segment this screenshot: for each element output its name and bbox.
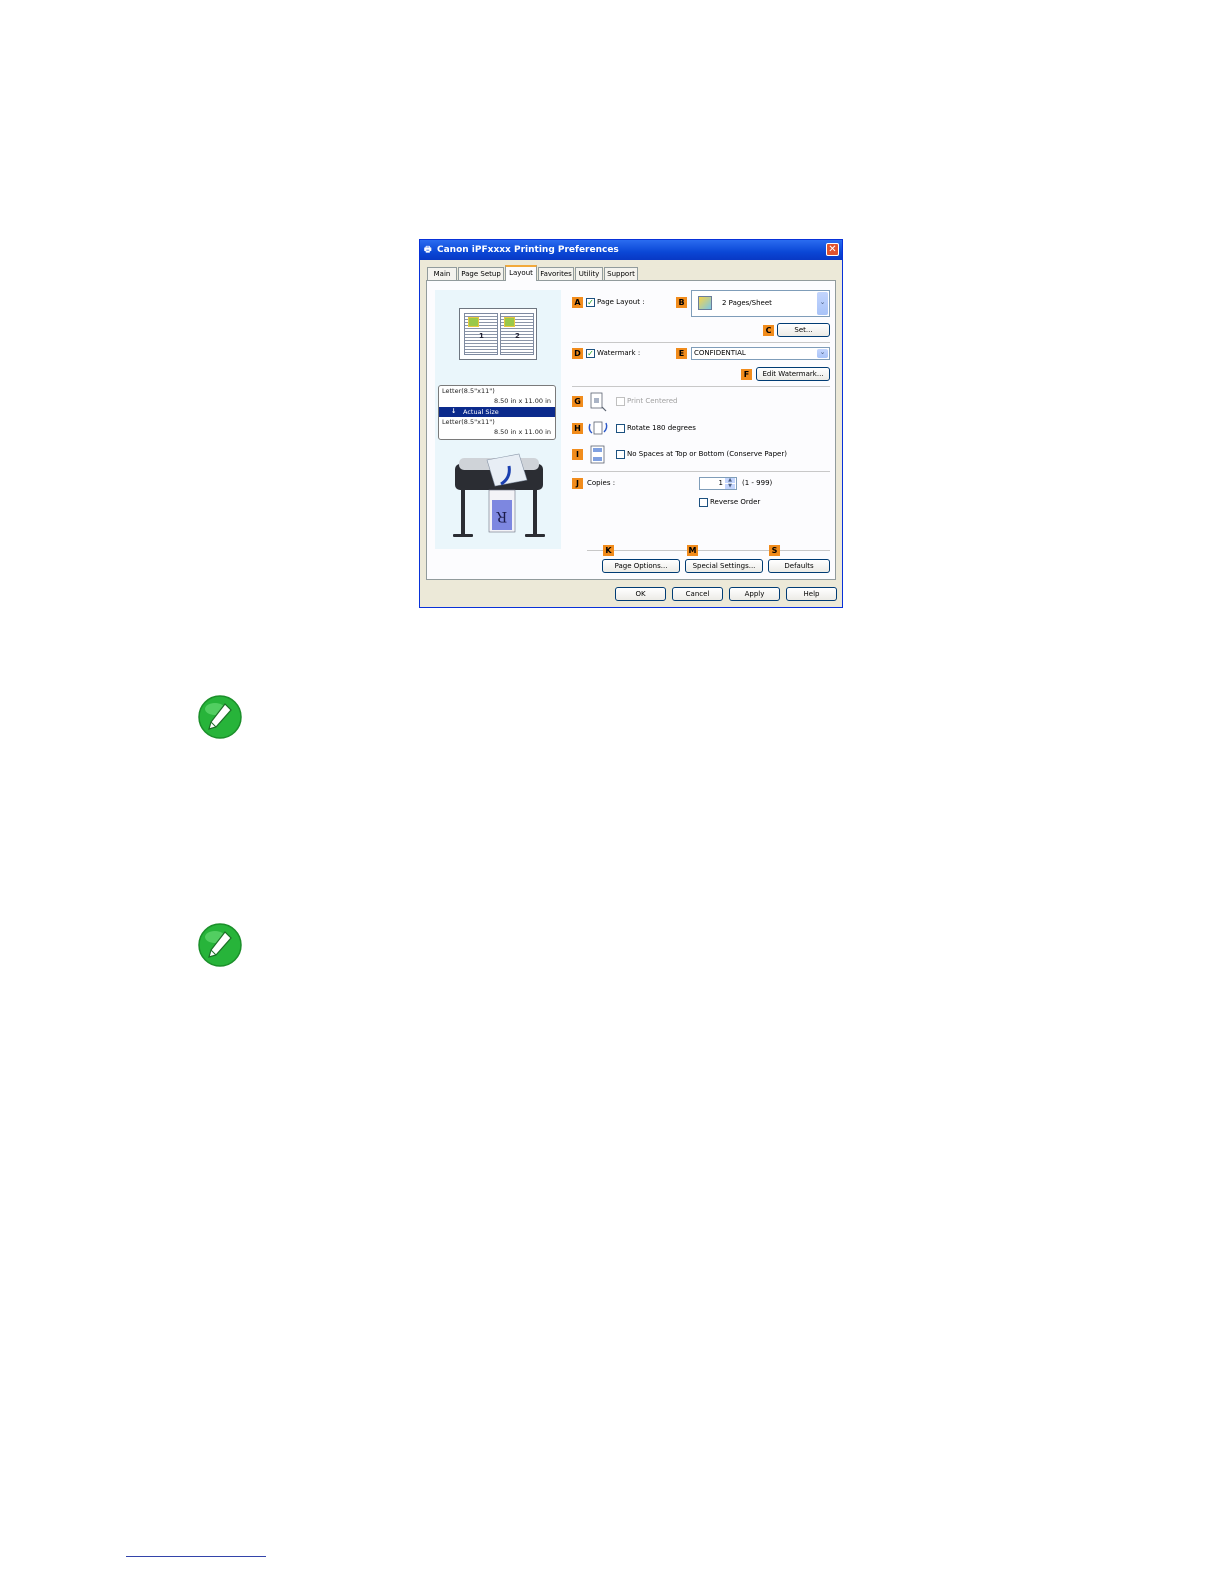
close-icon: ✕ xyxy=(828,244,837,255)
tab-support[interactable]: Support xyxy=(604,267,638,280)
watermark-select[interactable]: CONFIDENTIAL ⌄ xyxy=(691,347,830,360)
watermark-checkbox[interactable]: ✓ xyxy=(586,349,595,358)
chevron-down-icon[interactable]: ⌄ xyxy=(817,292,828,315)
label-badge-e: E xyxy=(676,348,687,359)
copies-range: (1 - 999) xyxy=(742,479,773,487)
page-layout-label: Page Layout : xyxy=(597,298,645,306)
special-settings-button[interactable]: Special Settings... xyxy=(685,559,763,573)
watermark-value: CONFIDENTIAL xyxy=(694,349,746,357)
reverse-order-label: Reverse Order xyxy=(710,498,761,506)
output-size-label: Letter(8.5"x11") xyxy=(442,418,495,426)
divider xyxy=(587,550,830,551)
print-centered-checkbox[interactable] xyxy=(616,397,625,406)
tab-favorites[interactable]: Favorites xyxy=(538,267,574,280)
printer-illustration: R xyxy=(453,453,545,537)
rotate-icon xyxy=(588,421,608,435)
print-glyph: R xyxy=(496,508,507,524)
defaults-button[interactable]: Defaults xyxy=(768,559,830,573)
label-badge-d: D xyxy=(572,348,583,359)
note-pencil-icon xyxy=(198,695,242,739)
label-badge-a: A xyxy=(572,297,583,308)
output-size-dimensions: 8.50 in x 11.00 in xyxy=(493,428,551,436)
print-centered-label: Print Centered xyxy=(627,397,678,405)
page-layout-value: 2 Pages/Sheet xyxy=(722,299,772,307)
chevron-down-icon[interactable]: ⌄ xyxy=(817,349,828,358)
note-pencil-icon xyxy=(198,923,242,967)
tab-page-setup[interactable]: Page Setup xyxy=(458,267,504,280)
check-mark-icon: ✓ xyxy=(587,298,594,307)
paper-size-info: Letter(8.5"x11") 8.50 in x 11.00 in ↓ Ac… xyxy=(438,385,556,440)
page-layout-checkbox[interactable]: ✓ xyxy=(586,298,595,307)
label-badge-m: M xyxy=(687,545,698,556)
page-options-button[interactable]: Page Options... xyxy=(602,559,680,573)
label-badge-h: H xyxy=(572,423,583,434)
label-badge-j: J xyxy=(572,478,583,489)
no-spaces-checkbox[interactable] xyxy=(616,450,625,459)
tab-main[interactable]: Main xyxy=(427,267,457,280)
edit-watermark-button[interactable]: Edit Watermark... xyxy=(756,367,830,381)
layout-panel: 1 2 Letter(8.5"x11") 8.50 in x 11.00 in … xyxy=(426,280,836,580)
apply-button[interactable]: Apply xyxy=(729,587,780,601)
scaling-mode-banner: ↓ Actual Size xyxy=(439,407,555,417)
rotate-180-label: Rotate 180 degrees xyxy=(627,424,696,432)
original-size-label: Letter(8.5"x11") xyxy=(442,387,495,395)
label-badge-s: S xyxy=(769,545,780,556)
page-number: 1 xyxy=(479,332,484,340)
preview-area: 1 2 Letter(8.5"x11") 8.50 in x 11.00 in … xyxy=(435,290,561,549)
mini-page-1: 1 xyxy=(464,313,498,355)
picture-icon xyxy=(504,317,515,327)
label-badge-i: I xyxy=(572,449,583,460)
label-badge-b: B xyxy=(676,297,687,308)
original-size-dimensions: 8.50 in x 11.00 in xyxy=(493,397,551,405)
reverse-order-checkbox[interactable] xyxy=(699,498,708,507)
picture-icon xyxy=(468,317,479,327)
divider xyxy=(572,342,830,343)
close-button[interactable]: ✕ xyxy=(826,243,839,256)
cancel-button[interactable]: Cancel xyxy=(672,587,723,601)
set-button[interactable]: Set... xyxy=(777,323,830,337)
divider xyxy=(572,471,830,472)
footer-rule xyxy=(126,1556,266,1557)
page-number: 2 xyxy=(515,332,520,340)
scaling-mode-label: Actual Size xyxy=(463,408,499,416)
no-spaces-label: No Spaces at Top or Bottom (Conserve Pap… xyxy=(627,450,787,458)
conserve-paper-icon xyxy=(590,445,605,464)
layout-preview-sheet: 1 2 xyxy=(459,308,537,360)
dialog-title: Canon iPFxxxx Printing Preferences xyxy=(437,245,619,255)
tab-utility[interactable]: Utility xyxy=(575,267,603,280)
label-badge-f: F xyxy=(741,369,752,380)
page-layout-select[interactable]: 2 Pages/Sheet ⌄ xyxy=(691,290,830,317)
mini-page-2: 2 xyxy=(500,313,534,355)
ok-button[interactable]: OK xyxy=(615,587,666,601)
check-mark-icon: ✓ xyxy=(587,349,594,358)
tab-layout[interactable]: Layout xyxy=(505,265,537,281)
copies-spinner[interactable]: 1 ▲ ▼ xyxy=(699,477,737,490)
copies-value: 1 xyxy=(718,479,723,487)
rotate-180-checkbox[interactable] xyxy=(616,424,625,433)
divider xyxy=(572,386,830,387)
title-bar[interactable]: 🖶 Canon iPFxxxx Printing Preferences ✕ xyxy=(420,240,842,260)
watermark-label: Watermark : xyxy=(597,349,641,357)
arrow-down-icon: ↓ xyxy=(451,407,457,415)
printer-app-icon: 🖶 xyxy=(424,245,432,254)
printing-preferences-dialog: 🖶 Canon iPFxxxx Printing Preferences ✕ M… xyxy=(419,239,843,608)
spinner-down-icon[interactable]: ▼ xyxy=(725,484,735,489)
label-badge-g: G xyxy=(572,396,583,407)
label-badge-c: C xyxy=(763,325,774,336)
label-badge-k: K xyxy=(603,545,614,556)
print-centered-icon xyxy=(590,392,607,412)
copies-label: Copies : xyxy=(587,479,616,487)
help-button[interactable]: Help xyxy=(786,587,837,601)
pages-per-sheet-icon xyxy=(698,296,712,310)
